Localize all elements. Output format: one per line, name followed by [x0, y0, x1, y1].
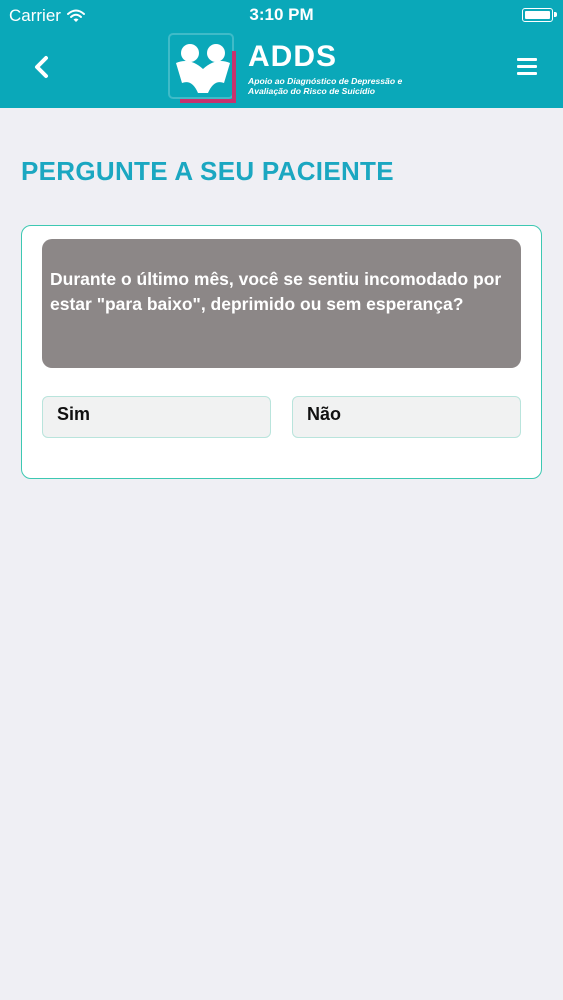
question-card: Durante o último mês, você se sentiu inc…	[21, 225, 542, 479]
app-logo: ADDS Apoio ao Diagnóstico de Depressão e…	[168, 33, 408, 105]
question-text: Durante o último mês, você se sentiu inc…	[42, 239, 521, 368]
answer-no-button[interactable]: Não	[292, 396, 521, 438]
back-button[interactable]	[22, 48, 62, 88]
battery-icon	[522, 8, 557, 22]
menu-line	[517, 65, 537, 68]
menu-line	[517, 58, 537, 61]
top-bar: Carrier 3:10 PM ADDS Apoio ao Diagnóstic…	[0, 0, 563, 108]
answer-yes-button[interactable]: Sim	[42, 396, 271, 438]
logo-mark-icon	[168, 33, 236, 103]
clock: 3:10 PM	[249, 5, 314, 24]
logo-title: ADDS	[248, 40, 338, 73]
chevron-left-icon	[35, 56, 48, 78]
page-title: PERGUNTE A SEU PACIENTE	[21, 156, 394, 186]
menu-line	[517, 72, 537, 75]
status-bar: Carrier 3:10 PM	[0, 0, 563, 30]
menu-button[interactable]	[513, 52, 545, 84]
logo-subtitle: Apoio ao Diagnóstico de Depressão e Aval…	[248, 76, 403, 96]
